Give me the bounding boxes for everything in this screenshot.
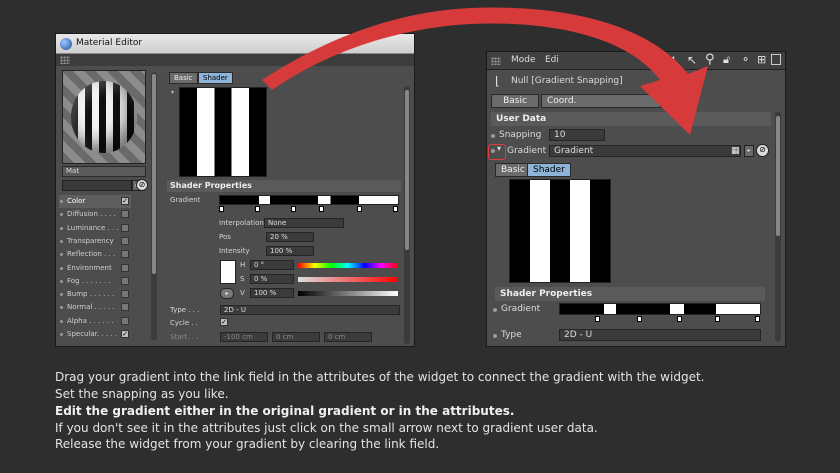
drag-arrow (262, 7, 708, 135)
caption-line: If you don't see it in the attributes ju… (55, 421, 598, 435)
caption-line: Drag your gradient into the link field i… (55, 370, 705, 384)
caption-line: Release the widget from your gradient by… (55, 437, 440, 451)
caption-line: Set the snapping as you like. (55, 387, 229, 401)
caption-line-bold: Edit the gradient either in the original… (55, 404, 515, 418)
